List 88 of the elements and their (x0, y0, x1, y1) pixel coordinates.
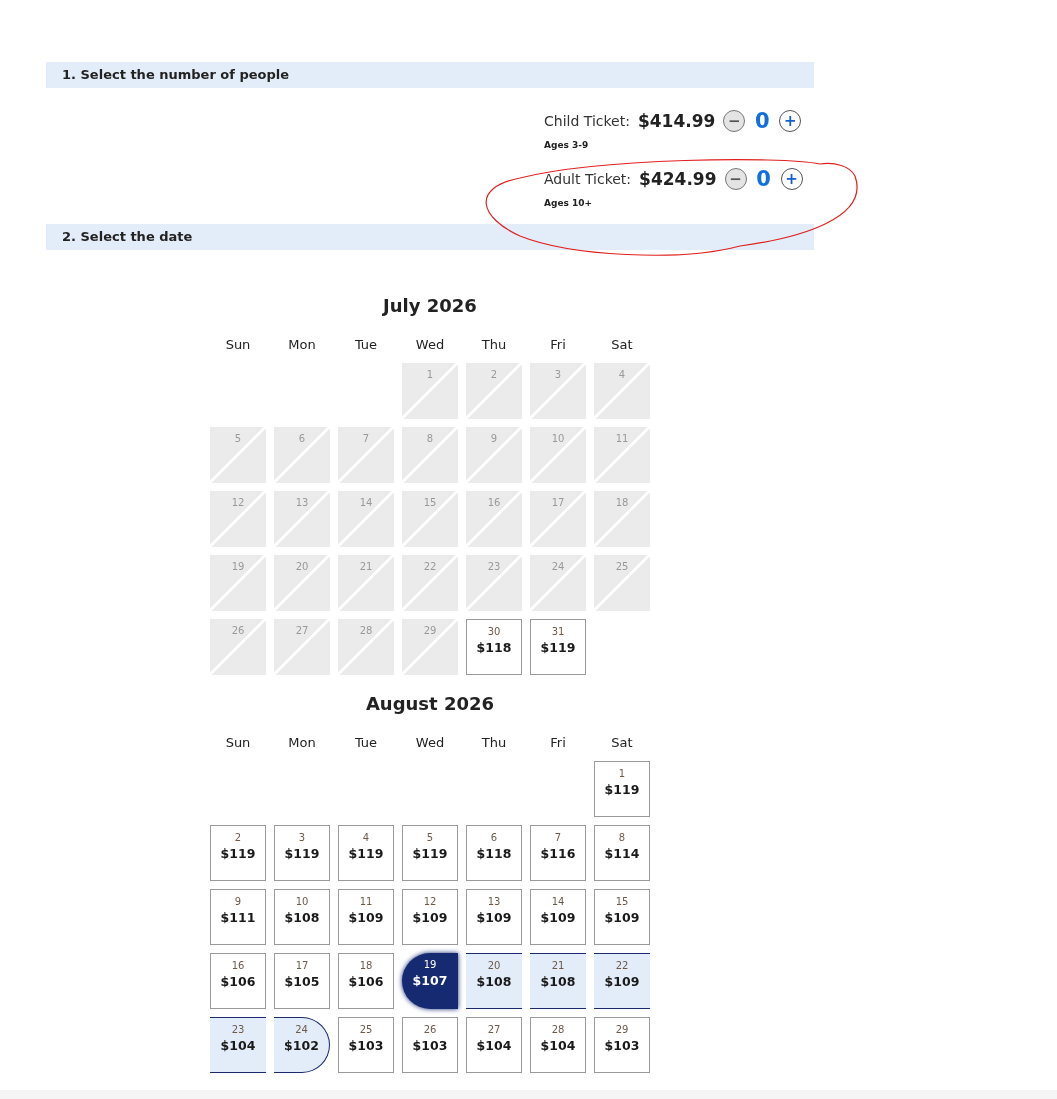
day-cell[interactable]: 13 $109 (466, 889, 522, 945)
day-cell[interactable]: 9 $111 (210, 889, 266, 945)
increase-button[interactable]: + (780, 168, 803, 190)
unavailable-day-cell: 6 (274, 427, 330, 483)
day-cell[interactable]: 6 $118 (466, 825, 522, 881)
unavailable-day-cell: 2 (466, 363, 522, 419)
day-cell[interactable]: 30 $118 (466, 619, 522, 675)
day-cell[interactable]: 27 $104 (466, 1017, 522, 1073)
day-cell[interactable]: 1 $119 (594, 761, 650, 817)
day-cell[interactable]: 3 $119 (274, 825, 330, 881)
unavailable-day-cell: 7 (338, 427, 394, 483)
day-cell[interactable]: 14 $109 (530, 889, 586, 945)
day-cell[interactable]: 12 $109 (402, 889, 458, 945)
day-cell[interactable]: 26 $103 (402, 1017, 458, 1073)
section-header: 2. Select the date (46, 224, 814, 250)
ticket-price: $424.99 (639, 169, 717, 189)
weekday-label: Sat (610, 734, 634, 752)
day-cell[interactable]: 4 $119 (338, 825, 394, 881)
day-cell[interactable]: 7 $116 (530, 825, 586, 881)
section-header: 1. Select the number of people (46, 62, 814, 88)
ticket-label: Child Ticket: (544, 113, 630, 129)
day-cell[interactable]: 31 $119 (530, 619, 586, 675)
unavailable-day-cell: 25 (594, 555, 650, 611)
unavailable-day-cell: 14 (338, 491, 394, 547)
unavailable-day-cell: 11 (594, 427, 650, 483)
day-cell[interactable]: 15 $109 (594, 889, 650, 945)
weekday-label: Mon (287, 336, 317, 354)
day-cell[interactable]: 25 $103 (338, 1017, 394, 1073)
unavailable-day-cell: 21 (338, 555, 394, 611)
day-cell[interactable]: 29 $103 (594, 1017, 650, 1073)
weekday-label: Thu (480, 734, 508, 752)
day-cell[interactable]: 2 $119 (210, 825, 266, 881)
weekday-label: Sun (224, 336, 252, 354)
day-cell[interactable]: 17 $105 (274, 953, 330, 1009)
unavailable-day-cell: 16 (466, 491, 522, 547)
day-cell[interactable]: 8 $114 (594, 825, 650, 881)
month-title: August 2026 (365, 693, 495, 716)
unavailable-day-cell: 23 (466, 555, 522, 611)
range-day-cell[interactable]: 21 $108 (530, 953, 586, 1009)
ticket-count: 0 (754, 109, 771, 133)
unavailable-day-cell: 1 (402, 363, 458, 419)
weekday-label: Sat (610, 336, 634, 354)
ticket-count: 0 (755, 167, 772, 191)
day-cell[interactable]: 5 $119 (402, 825, 458, 881)
weekday-label: Tue (353, 734, 379, 752)
unavailable-day-cell: 15 (402, 491, 458, 547)
ticket-price: $414.99 (637, 111, 716, 131)
ticket-label: Adult Ticket: (544, 171, 632, 187)
day-cell[interactable]: 18 $106 (338, 953, 394, 1009)
unavailable-day-cell: 17 (530, 491, 586, 547)
weekday-label: Fri (549, 734, 567, 752)
age-range: Ages 3-9 (544, 140, 590, 150)
weekday-label: Sun (224, 734, 252, 752)
weekday-label: Thu (480, 336, 508, 354)
unavailable-day-cell: 12 (210, 491, 266, 547)
month-title: July 2026 (383, 295, 477, 318)
weekday-label: Wed (414, 734, 446, 752)
age-range: Ages 10+ (544, 198, 594, 208)
increase-button[interactable]: + (779, 110, 802, 132)
range-day-cell[interactable]: 20 $108 (466, 953, 522, 1009)
unavailable-day-cell: 26 (210, 619, 266, 675)
unavailable-day-cell: 3 (530, 363, 586, 419)
range-day-cell[interactable]: 22 $109 (594, 953, 650, 1009)
unavailable-day-cell: 24 (530, 555, 586, 611)
unavailable-day-cell: 4 (594, 363, 650, 419)
unavailable-day-cell: 5 (210, 427, 266, 483)
unavailable-day-cell: 27 (274, 619, 330, 675)
weekday-label: Wed (414, 336, 446, 354)
day-cell[interactable]: 28 $104 (530, 1017, 586, 1073)
weekday-label: Fri (549, 336, 567, 354)
unavailable-day-cell: 13 (274, 491, 330, 547)
weekday-label: Mon (287, 734, 317, 752)
day-cell[interactable]: 10 $108 (274, 889, 330, 945)
unavailable-day-cell: 22 (402, 555, 458, 611)
unavailable-day-cell: 9 (466, 427, 522, 483)
range-day-cell[interactable]: 23 $104 (210, 1017, 266, 1073)
unavailable-day-cell: 19 (210, 555, 266, 611)
unavailable-day-cell: 10 (530, 427, 586, 483)
unavailable-day-cell: 29 (402, 619, 458, 675)
day-cell[interactable]: 11 $109 (338, 889, 394, 945)
weekday-label: Tue (353, 336, 379, 354)
unavailable-day-cell: 28 (338, 619, 394, 675)
day-cell[interactable]: 16 $106 (210, 953, 266, 1009)
unavailable-day-cell: 18 (594, 491, 650, 547)
unavailable-day-cell: 20 (274, 555, 330, 611)
range-end-day-cell[interactable]: 24 $102 (274, 1017, 330, 1073)
unavailable-day-cell: 8 (402, 427, 458, 483)
selected-day-cell[interactable]: 19 $107 (402, 953, 458, 1009)
